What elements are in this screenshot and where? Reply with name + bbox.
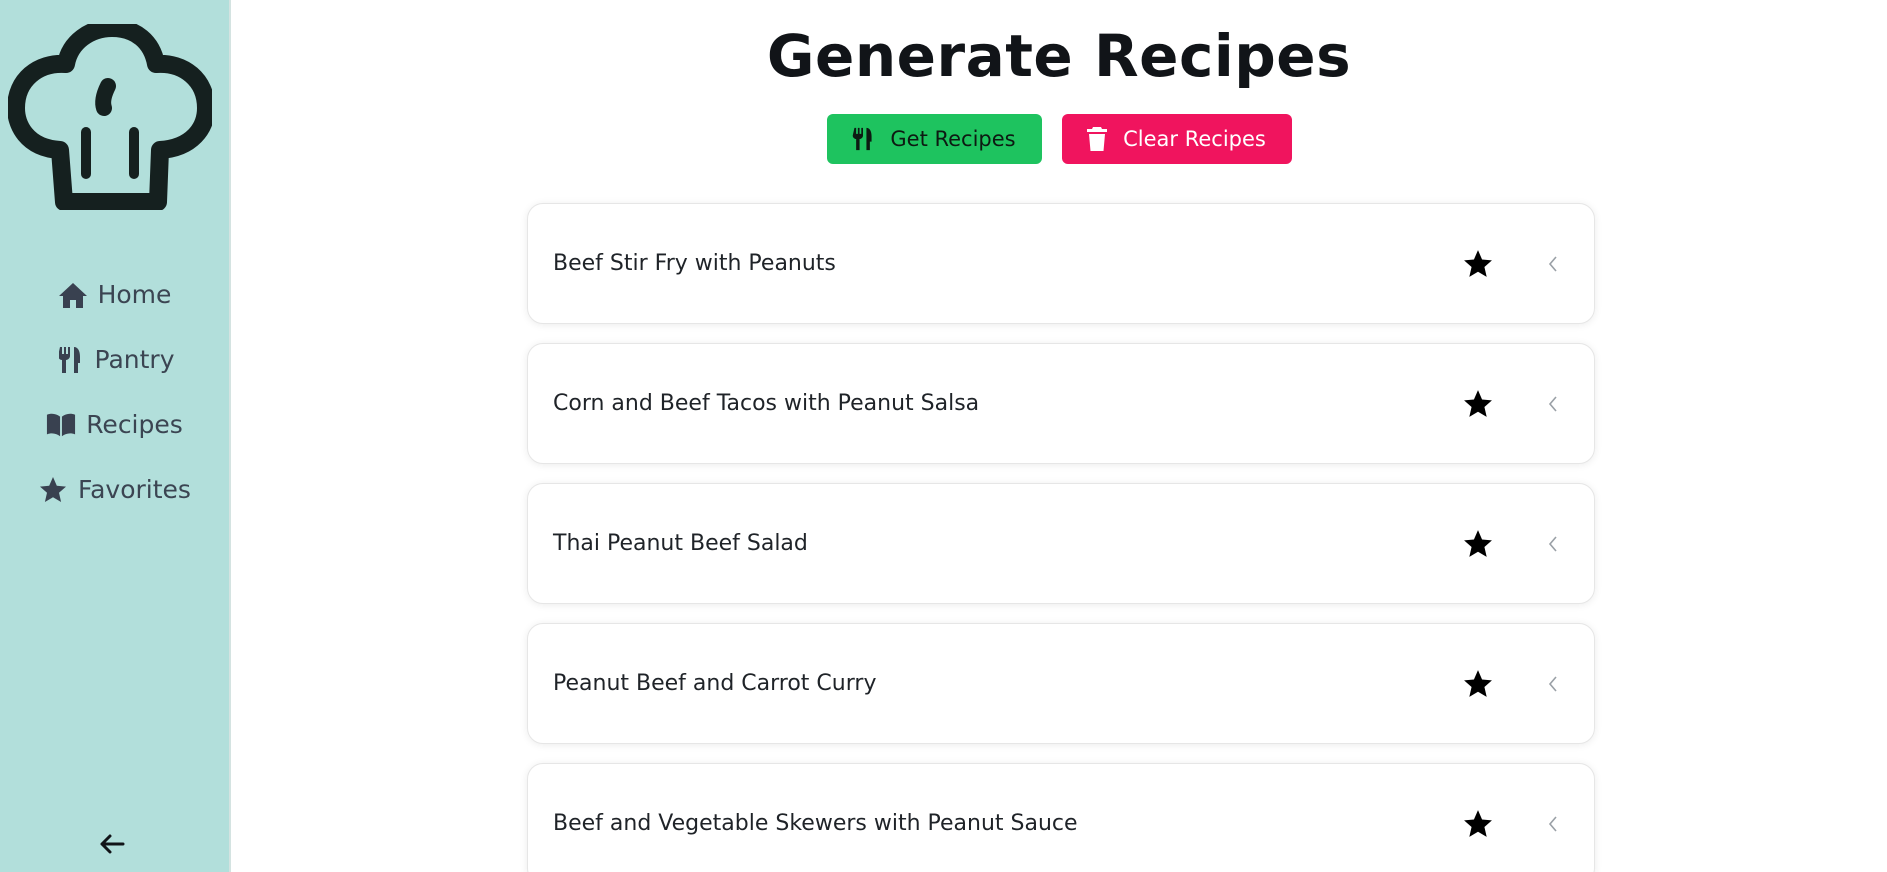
chevron-left-icon[interactable] [1546,814,1560,834]
sidebar-item-recipes[interactable]: Recipes [0,392,229,457]
star-icon[interactable] [1463,389,1493,419]
recipe-card[interactable]: Beef and Vegetable Skewers with Peanut S… [527,763,1595,872]
utensils-icon [55,345,85,375]
clear-recipes-label: Clear Recipes [1123,127,1266,151]
sidebar-item-home[interactable]: Home [0,262,229,327]
action-bar: Get Recipes Clear Recipes [231,114,1887,164]
star-icon[interactable] [1463,669,1493,699]
recipe-title: Thai Peanut Beef Salad [553,531,808,556]
recipe-card[interactable]: Peanut Beef and Carrot Curry [527,623,1595,744]
trash-icon [1087,127,1108,151]
recipe-list: Beef Stir Fry with Peanuts Corn and Beef… [527,203,1595,872]
chef-hat-icon[interactable] [8,24,212,210]
sidebar-item-pantry[interactable]: Pantry [0,327,229,392]
star-icon [38,475,68,505]
app: Home Pantry Recipes Favorites Generate R… [0,0,1887,872]
arrow-left-icon [100,834,125,854]
sidebar-nav: Home Pantry Recipes Favorites [0,262,229,522]
star-icon[interactable] [1463,249,1493,279]
recipe-title: Corn and Beef Tacos with Peanut Salsa [553,391,980,416]
sidebar-item-label: Recipes [86,410,183,439]
recipe-title: Beef Stir Fry with Peanuts [553,251,836,276]
recipe-card[interactable]: Corn and Beef Tacos with Peanut Salsa [527,343,1595,464]
main-content: Generate Recipes Get Recipes Clear Recip… [231,0,1887,872]
recipe-card[interactable]: Thai Peanut Beef Salad [527,483,1595,604]
chevron-left-icon[interactable] [1546,534,1560,554]
star-icon[interactable] [1463,529,1493,559]
sidebar-item-favorites[interactable]: Favorites [0,457,229,522]
recipe-title: Peanut Beef and Carrot Curry [553,671,877,696]
home-icon [58,280,88,310]
chevron-left-icon[interactable] [1546,674,1560,694]
utensils-icon [852,127,874,151]
sidebar-item-label: Home [97,280,172,309]
get-recipes-label: Get Recipes [890,127,1016,151]
get-recipes-button[interactable]: Get Recipes [826,114,1042,164]
page-title: Generate Recipes [766,22,1352,90]
chevron-left-icon[interactable] [1546,254,1560,274]
sidebar: Home Pantry Recipes Favorites [0,0,231,872]
recipe-title: Beef and Vegetable Skewers with Peanut S… [553,811,1078,836]
chevron-left-icon[interactable] [1546,394,1560,414]
star-icon[interactable] [1463,809,1493,839]
clear-recipes-button[interactable]: Clear Recipes [1061,114,1292,164]
sidebar-item-label: Pantry [94,345,175,374]
book-icon [46,410,76,440]
collapse-sidebar-button[interactable] [96,828,128,860]
sidebar-item-label: Favorites [78,475,191,504]
recipe-card[interactable]: Beef Stir Fry with Peanuts [527,203,1595,324]
